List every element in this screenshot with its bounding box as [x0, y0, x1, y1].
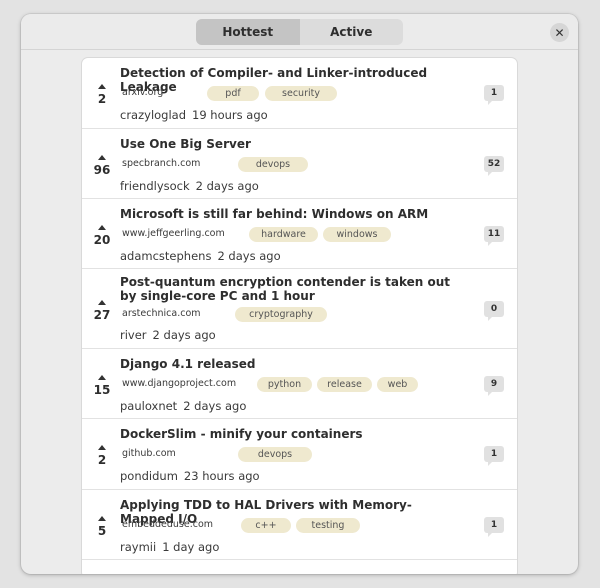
vote-count: 5 — [97, 524, 107, 538]
story-row[interactable]: 20 Microsoft is still far behind: Window… — [82, 199, 517, 269]
upvote-arrow-icon[interactable] — [98, 516, 106, 521]
story-domain[interactable]: www.jeffgeerling.com — [122, 228, 225, 239]
story-title[interactable]: DockerSlim - minify your containers — [120, 427, 465, 441]
story-row[interactable]: 96 Use One Big Server specbranch.com dev… — [82, 129, 517, 199]
upvote-arrow-icon[interactable] — [98, 300, 106, 305]
story-meta: adamcstephens 2 days ago — [120, 249, 281, 263]
story-author[interactable]: pauloxnet — [120, 399, 177, 413]
tag[interactable]: devops — [238, 157, 308, 172]
story-row[interactable]: 2 DockerSlim - minify your containers gi… — [82, 419, 517, 490]
story-title[interactable]: Post-quantum encryption contender is tak… — [120, 275, 465, 303]
tab-active[interactable]: Active — [300, 19, 404, 45]
vote-widget[interactable]: 15 — [90, 375, 114, 397]
vote-widget[interactable]: 2 — [90, 84, 114, 106]
vote-count: 96 — [93, 163, 111, 177]
vote-widget[interactable]: 96 — [90, 155, 114, 177]
story-time: 2 days ago — [152, 328, 216, 342]
tag[interactable]: c++ — [241, 518, 291, 533]
story-time: 2 days ago — [195, 179, 259, 193]
comment-bubble-icon[interactable]: 1 — [484, 85, 504, 105]
vote-widget[interactable]: 5 — [90, 516, 114, 538]
comment-bubble-icon[interactable]: 0 — [484, 301, 504, 321]
story-meta: pauloxnet 2 days ago — [120, 399, 246, 413]
comment-bubble-icon[interactable]: 11 — [484, 226, 504, 246]
vote-count: 15 — [93, 383, 111, 397]
upvote-arrow-icon[interactable] — [98, 84, 106, 89]
story-time: 19 hours ago — [192, 108, 268, 122]
story-author[interactable]: river — [120, 328, 147, 342]
story-domain[interactable]: www.djangoproject.com — [122, 378, 236, 389]
story-list: 2 Detection of Compiler- and Linker-intr… — [82, 58, 517, 574]
story-domain[interactable]: arstechnica.com — [122, 308, 201, 319]
header-bar: Hottest Active ✕ — [21, 14, 578, 50]
upvote-arrow-icon[interactable] — [98, 225, 106, 230]
vote-count: 2 — [97, 92, 107, 106]
vote-count: 20 — [93, 233, 111, 247]
story-row[interactable]: 5 Applying TDD to HAL Drivers with Memor… — [82, 490, 517, 560]
story-time: 2 days ago — [183, 399, 247, 413]
vote-count: 2 — [97, 453, 107, 467]
story-meta: river 2 days ago — [120, 328, 216, 342]
tag[interactable]: devops — [238, 447, 312, 462]
story-meta: crazyloglad 19 hours ago — [120, 108, 268, 122]
tag[interactable]: pdf — [207, 86, 259, 101]
story-meta: raymii 1 day ago — [120, 540, 219, 554]
story-domain[interactable]: specbranch.com — [122, 158, 200, 169]
tag[interactable]: windows — [323, 227, 391, 242]
story-domain[interactable]: arxiv.org — [122, 87, 163, 98]
story-author[interactable]: pondidum — [120, 469, 178, 483]
story-author[interactable]: friendlysock — [120, 179, 190, 193]
vote-count: 27 — [93, 308, 111, 322]
app-window: Hottest Active ✕ 2 Detection of Compiler… — [21, 14, 578, 574]
tag[interactable]: hardware — [249, 227, 318, 242]
comment-bubble-icon[interactable]: 52 — [484, 156, 504, 176]
story-author[interactable]: adamcstephens — [120, 249, 211, 263]
upvote-arrow-icon[interactable] — [98, 155, 106, 160]
tag[interactable]: testing — [296, 518, 360, 533]
upvote-arrow-icon[interactable] — [98, 445, 106, 450]
story-row[interactable]: 15 Django 4.1 released www.djangoproject… — [82, 349, 517, 419]
close-button[interactable]: ✕ — [550, 23, 569, 42]
comment-bubble-icon[interactable]: 1 — [484, 517, 504, 537]
story-author[interactable]: crazyloglad — [120, 108, 186, 122]
story-title[interactable]: Microsoft is still far behind: Windows o… — [120, 207, 465, 221]
vote-widget[interactable]: 20 — [90, 225, 114, 247]
story-domain[interactable]: github.com — [122, 448, 176, 459]
vote-widget[interactable]: 27 — [90, 300, 114, 322]
story-meta: pondidum 23 hours ago — [120, 469, 260, 483]
tag[interactable]: security — [265, 86, 337, 101]
story-row[interactable]: 2 Detection of Compiler- and Linker-intr… — [82, 58, 517, 129]
tag[interactable]: web — [377, 377, 418, 392]
comment-bubble-icon[interactable]: 1 — [484, 446, 504, 466]
close-icon: ✕ — [554, 25, 565, 40]
tab-hottest[interactable]: Hottest — [196, 19, 300, 45]
view-switcher: Hottest Active — [196, 19, 403, 45]
tag[interactable]: release — [317, 377, 372, 392]
story-title[interactable]: Use One Big Server — [120, 137, 465, 151]
story-time: 2 days ago — [217, 249, 281, 263]
story-time: 1 day ago — [162, 540, 220, 554]
tag[interactable]: cryptography — [235, 307, 327, 322]
story-title[interactable]: Django 4.1 released — [120, 357, 465, 371]
vote-widget[interactable]: 2 — [90, 445, 114, 467]
tag[interactable]: python — [257, 377, 312, 392]
story-row[interactable]: 27 Post-quantum encryption contender is … — [82, 269, 517, 349]
story-domain[interactable]: embeddeduse.com — [122, 519, 213, 530]
story-author[interactable]: raymii — [120, 540, 156, 554]
comment-bubble-icon[interactable]: 9 — [484, 376, 504, 396]
upvote-arrow-icon[interactable] — [98, 375, 106, 380]
story-time: 23 hours ago — [183, 469, 260, 483]
story-meta: friendlysock 2 days ago — [120, 179, 259, 193]
